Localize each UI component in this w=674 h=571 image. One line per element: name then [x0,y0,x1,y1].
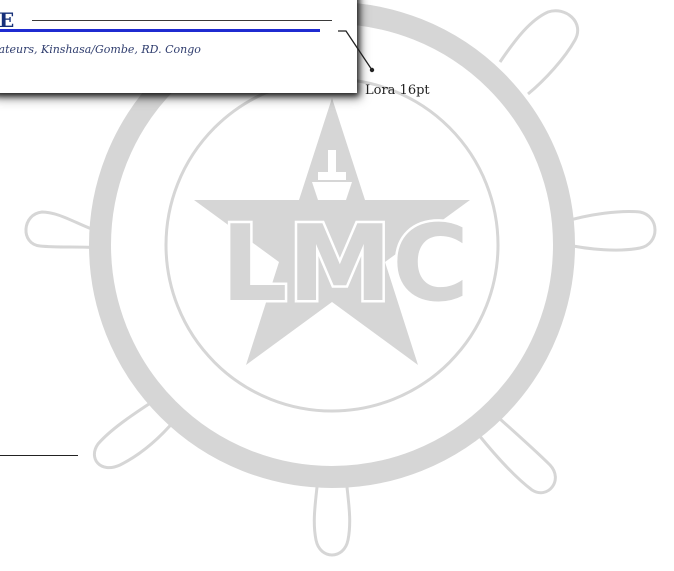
wheel-handle-bottom [312,476,352,557]
watermark-logo-text: LMC [221,203,469,325]
wheel-handle-right [562,210,657,252]
font-annotation-label: Lora 16pt [365,83,430,98]
wheel-handle-left [24,210,101,250]
signature-line [0,455,78,456]
annotation-leader-line [338,30,375,73]
